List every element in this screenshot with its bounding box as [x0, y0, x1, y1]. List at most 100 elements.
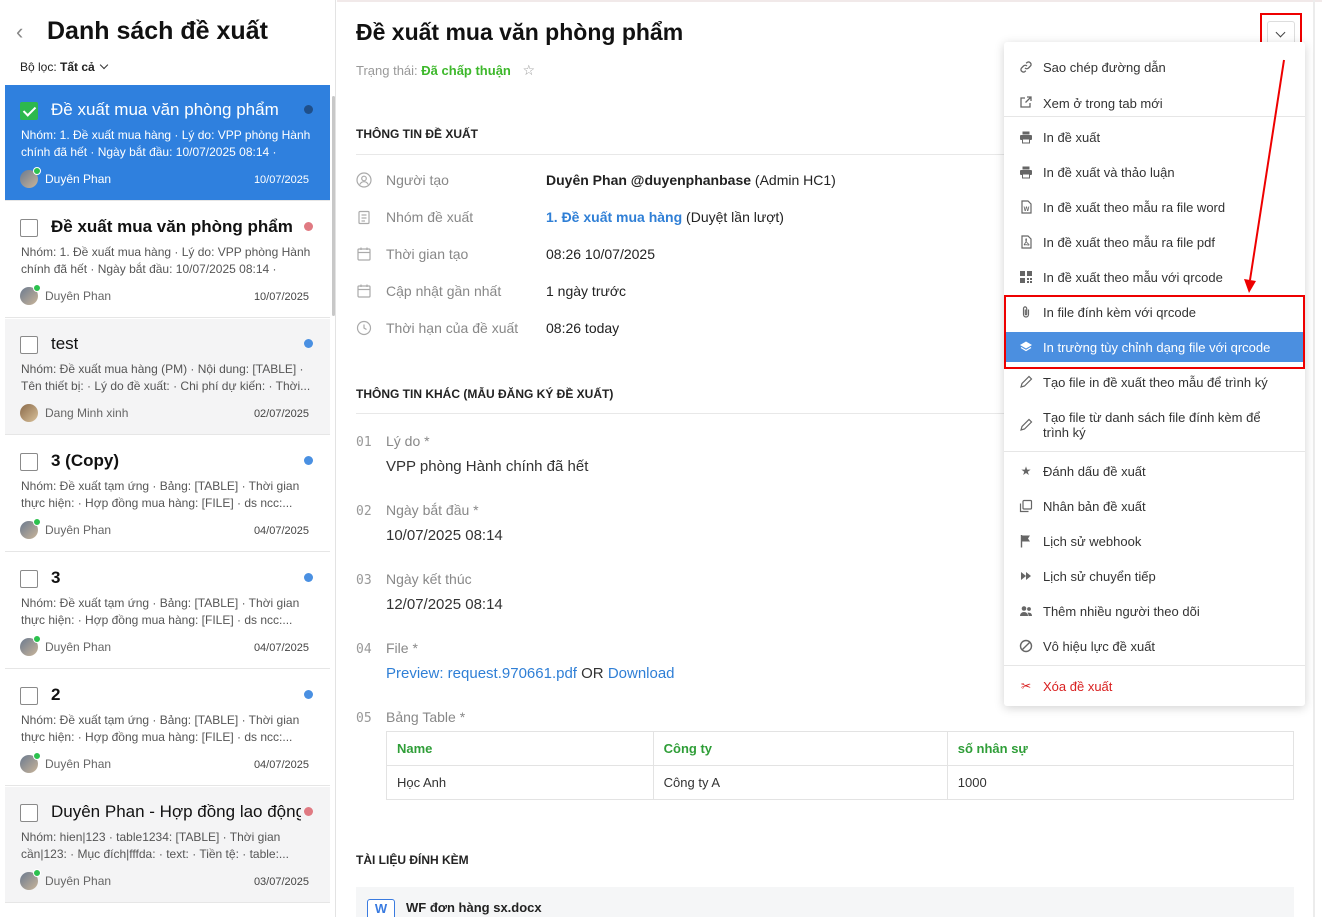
item-checkbox[interactable]: [20, 687, 38, 705]
table-header-company: Công ty: [652, 731, 948, 766]
menu-item-label: Xem ở trong tab mới: [1043, 96, 1163, 111]
menu-item-label: In đề xuất và thảo luận: [1043, 165, 1175, 180]
updated-label: Cập nhật gần nhất: [386, 283, 502, 299]
item-date: 04/07/2025: [253, 642, 309, 654]
menu-item-add-followers[interactable]: Thêm nhiều người theo dõi: [1004, 596, 1305, 626]
item-checkbox[interactable]: [20, 219, 38, 237]
menu-item-forward-history[interactable]: Lịch sử chuyển tiếp: [1004, 561, 1305, 591]
group-link[interactable]: 1. Đề xuất mua hàng: [546, 209, 682, 225]
list-item[interactable]: Đề xuất mua văn phòng phẩm Nhóm: 1. Đề x…: [5, 202, 330, 318]
menu-item-invalidate[interactable]: Vô hiệu lực đề xuất: [1004, 631, 1305, 661]
proposal-list-sidebar: ‹ Danh sách đề xuất Bộ lọc: Tất cả Đề xu…: [0, 0, 336, 917]
item-checkbox[interactable]: [20, 102, 38, 120]
filter-dropdown[interactable]: Bộ lọc: Tất cả: [20, 60, 108, 74]
list-item[interactable]: 3 Nhóm: Đề xuất tạm ứng · Bảng: [TABLE] …: [5, 553, 330, 669]
field-label: Lý do *: [386, 433, 430, 449]
menu-item-print[interactable]: In đề xuất: [1004, 122, 1305, 152]
list-item[interactable]: test Nhóm: Đề xuất mua hàng (PM) · Nội d…: [5, 319, 330, 435]
avatar: [20, 518, 41, 539]
created-label: Thời gian tạo: [386, 246, 469, 262]
sidebar-title: Danh sách đề xuất: [47, 17, 268, 45]
users-icon: [1020, 606, 1032, 616]
list-item[interactable]: 2 Nhóm: Đề xuất tạm ứng · Bảng: [TABLE] …: [5, 670, 330, 786]
menu-item-label: In đề xuất: [1043, 130, 1101, 145]
menu-item-label: Nhân bản đề xuất: [1043, 499, 1146, 514]
menu-item-print-attachment-qrcode[interactable]: In file đính kèm với qrcode: [1004, 297, 1305, 327]
attachment-item[interactable]: W WF đơn hàng sx.docx: [356, 887, 1294, 917]
menu-item-create-sign-file[interactable]: Tạo file in đề xuất theo mẫu để trình ký: [1004, 367, 1305, 397]
table-cell: Công ty A: [652, 765, 948, 800]
item-checkbox[interactable]: [20, 570, 38, 588]
item-author: Dang Minh xinh: [45, 406, 129, 420]
item-description: Nhóm: hien|123 · table1234: [TABLE] · Th…: [21, 830, 289, 861]
section-other-heading: THÔNG TIN KHÁC (MẪU ĐĂNG KÝ ĐỀ XUẤT): [356, 387, 614, 401]
item-title: test: [51, 334, 79, 353]
menu-item-label: Đánh dấu đề xuất: [1043, 464, 1146, 479]
or-text: OR: [581, 665, 604, 682]
menu-item-copy-link[interactable]: Sao chép đường dẫn: [1004, 52, 1305, 82]
menu-item-label: Tạo file từ danh sách file đính kèm để t…: [1043, 410, 1261, 440]
menu-item-print-with-discussion[interactable]: In đề xuất và thảo luận: [1004, 157, 1305, 187]
section-info-heading: THÔNG TIN ĐỀ XUẤT: [356, 127, 478, 141]
item-author: Duyên Phan: [45, 172, 112, 186]
menu-item-mark[interactable]: ★ Đánh dấu đề xuất: [1004, 456, 1305, 486]
field-value: 10/07/2025 08:14: [386, 527, 503, 544]
item-date: 04/07/2025: [253, 759, 309, 771]
menu-item-open-new-tab[interactable]: Xem ở trong tab mới: [1004, 87, 1305, 117]
download-link[interactable]: Download: [608, 665, 675, 682]
deadline-row: Thời hạn của đề xuất 08:26 today: [356, 319, 996, 341]
item-date: 10/07/2025: [253, 291, 309, 303]
menu-item-print-qrcode[interactable]: In đề xuất theo mẫu với qrcode: [1004, 262, 1305, 292]
menu-item-print-custom-field-qrcode[interactable]: In trường tùy chỉnh dạng file với qrcode: [1004, 332, 1305, 362]
layers-icon: [1020, 341, 1032, 352]
menu-item-create-sign-from-attachments[interactable]: Tạo file từ danh sách file đính kèm để t…: [1004, 402, 1305, 448]
field-value: Preview: request.970661.pdf OR Download: [386, 665, 675, 682]
list-item[interactable]: Đề xuất mua văn phòng phẩm Nhóm: 1. Đề x…: [5, 85, 330, 201]
item-checkbox[interactable]: [20, 336, 38, 354]
qrcode-icon: [1020, 271, 1032, 283]
back-arrow-icon[interactable]: ‹: [16, 21, 34, 43]
item-title: Đề xuất mua văn phòng phẩm: [51, 217, 293, 236]
menu-item-label: Vô hiệu lực đề xuất: [1043, 639, 1156, 654]
field-label: Bảng Table *: [386, 709, 466, 725]
svg-text:W: W: [1024, 207, 1030, 213]
options-menu: Sao chép đường dẫn Xem ở trong tab mới I…: [1004, 42, 1305, 706]
list-item[interactable]: Duyên Phan - Hợp đồng lao động Nhóm: hie…: [5, 787, 330, 903]
group-label: Nhóm đề xuất: [386, 209, 474, 225]
item-title: Duyên Phan - Hợp đồng lao động: [51, 802, 301, 821]
sidebar-scrollbar[interactable]: [332, 96, 335, 316]
chevron-down-icon: [1275, 27, 1286, 38]
external-link-icon: [1020, 96, 1032, 108]
printer-icon: [1020, 166, 1032, 179]
table-row: Học Anh Công ty A 1000: [386, 765, 1295, 800]
link-icon: [1020, 61, 1032, 73]
item-description: Nhóm: Đề xuất tạm ứng · Bảng: [TABLE] · …: [21, 713, 300, 744]
word-file-icon: W: [1021, 200, 1032, 214]
menu-item-print-word[interactable]: W In đề xuất theo mẫu ra file word: [1004, 192, 1305, 222]
item-date: 03/07/2025: [253, 876, 309, 888]
group-row: Nhóm đề xuất 1. Đề xuất mua hàng (Duyệt …: [356, 208, 996, 230]
item-description: Nhóm: 1. Đề xuất mua hàng · Lý do: VPP p…: [21, 128, 311, 159]
avatar: [20, 284, 41, 305]
field-number: 05: [356, 711, 372, 726]
menu-item-duplicate[interactable]: Nhân bản đề xuất: [1004, 491, 1305, 521]
list-item[interactable]: 3 (Copy) Nhóm: Đề xuất tạm ứng · Bảng: […: [5, 436, 330, 552]
item-checkbox[interactable]: [20, 804, 38, 822]
calendar-icon: [357, 284, 371, 298]
menu-item-webhook-history[interactable]: Lịch sử webhook: [1004, 526, 1305, 556]
filter-label: Bộ lọc:: [20, 60, 57, 74]
unread-dot: [304, 339, 313, 348]
item-title: 2: [51, 685, 61, 704]
star-icon[interactable]: ☆: [523, 62, 536, 78]
attachment-name[interactable]: WF đơn hàng sx.docx: [406, 900, 542, 915]
menu-item-delete[interactable]: ✂ Xóa đề xuất: [1004, 671, 1305, 701]
menu-item-print-pdf[interactable]: In đề xuất theo mẫu ra file pdf: [1004, 227, 1305, 257]
preview-link[interactable]: Preview: request.970661.pdf: [386, 665, 577, 682]
creator-name[interactable]: Duyên Phan @duyenphanbase: [546, 172, 751, 188]
forward-icon: [1021, 572, 1031, 580]
field-label: Ngày kết thúc: [386, 571, 472, 587]
scissors-icon: ✂: [1020, 679, 1032, 693]
item-checkbox[interactable]: [20, 453, 38, 471]
creator-value: Duyên Phan @duyenphanbase (Admin HC1): [546, 172, 836, 188]
star-icon: ★: [1020, 464, 1032, 478]
